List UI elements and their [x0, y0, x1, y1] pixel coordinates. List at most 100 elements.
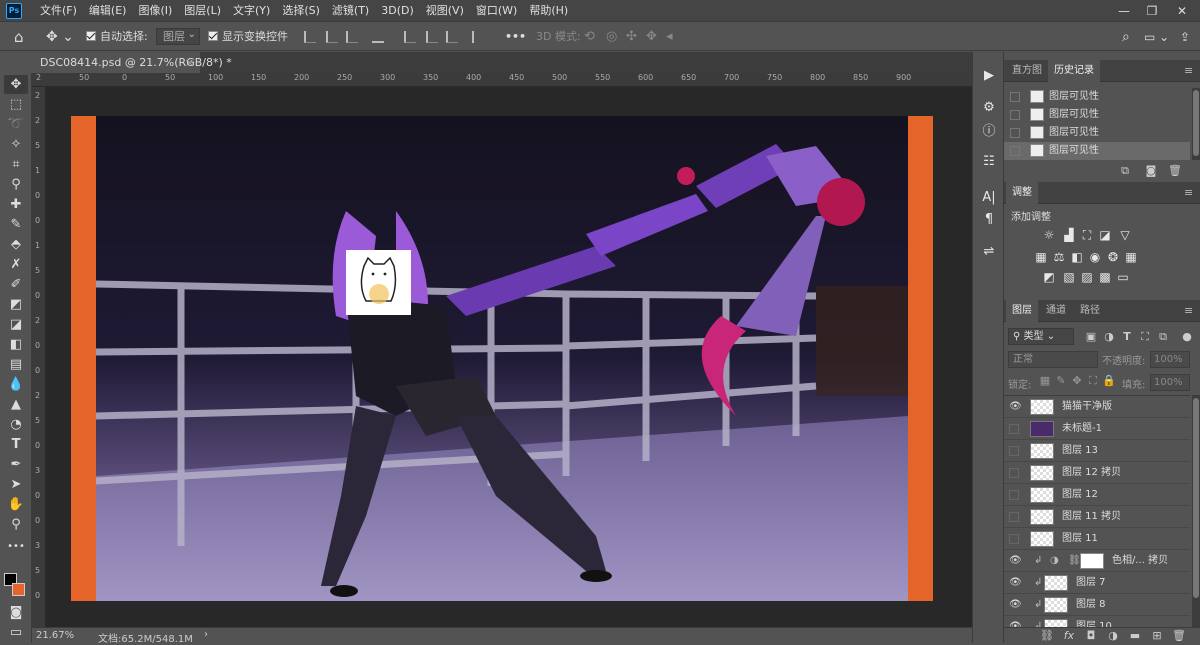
new-document-from-state-icon[interactable]: ⧉ [1118, 164, 1132, 178]
history-item-selected[interactable]: 图层可见性 [1004, 142, 1190, 160]
layer-row[interactable]: 👁 ↲ 图层 10 [1004, 616, 1190, 627]
visibility-toggle[interactable] [1009, 424, 1019, 434]
menu-file[interactable]: 文件(F) [34, 0, 83, 22]
distribute-icon[interactable] [372, 31, 384, 43]
tab-layers[interactable]: 图层 [1006, 300, 1038, 322]
layer-style-icon[interactable]: fx [1062, 629, 1076, 643]
gradient-map-icon[interactable]: ▭ [1116, 270, 1130, 284]
visibility-eye-icon[interactable]: 👁 [1009, 594, 1022, 616]
hue-saturation-icon[interactable]: ▦ [1034, 250, 1048, 264]
move-tool-preset-icon[interactable]: ✥ ⌄ [46, 28, 74, 46]
quick-mask-icon[interactable]: ◙ [4, 603, 28, 622]
tab-paths[interactable]: 路径 [1074, 300, 1106, 322]
libraries-icon[interactable]: ☷ [979, 152, 999, 172]
3d-pan-icon[interactable]: ✣ [626, 28, 637, 46]
clone-tool-icon[interactable]: ◩ [4, 295, 28, 314]
tab-history[interactable]: 历史记录 [1048, 60, 1100, 82]
link-layers-icon[interactable]: ⛓ [1040, 629, 1054, 643]
info-icon[interactable]: ⓘ [979, 122, 999, 142]
layer-row[interactable]: 图层 11 拷贝 [1004, 506, 1190, 528]
filter-pixel-icon[interactable]: ▣ [1084, 330, 1098, 344]
distribute-vertical-icon[interactable] [472, 31, 484, 43]
visibility-eye-icon[interactable]: 👁 [1009, 550, 1022, 572]
panel-menu-icon[interactable]: ≡ [1184, 64, 1193, 77]
menu-window[interactable]: 窗口(W) [470, 0, 523, 22]
filter-toggle-icon[interactable]: ● [1180, 330, 1194, 344]
gradient-tool-icon[interactable]: ▤ [4, 355, 28, 374]
visibility-eye-icon[interactable]: 👁 [1009, 616, 1022, 627]
color-lookup-icon[interactable]: ▦ [1124, 250, 1138, 264]
threshold-icon[interactable]: ▨ [1080, 270, 1094, 284]
add-mask-icon[interactable]: ◘ [1084, 629, 1098, 643]
menu-filter[interactable]: 滤镜(T) [326, 0, 375, 22]
filter-smart-object-icon[interactable]: ⧉ [1156, 330, 1170, 344]
align-top-icon[interactable] [404, 31, 416, 43]
more-tools-icon[interactable]: ••• [4, 537, 28, 556]
tab-adjustments[interactable]: 调整 [1006, 182, 1038, 204]
menu-help[interactable]: 帮助(H) [523, 0, 574, 22]
3d-rotate-icon[interactable]: ⟲ [584, 28, 595, 46]
eraser-tool-icon[interactable]: ◧ [4, 335, 28, 354]
canvas-area[interactable] [46, 87, 972, 627]
layer-row[interactable]: 👁 ↲ 图层 7 [1004, 572, 1190, 594]
selective-color-icon[interactable]: ▩ [1098, 270, 1112, 284]
align-left-icon[interactable] [304, 31, 316, 43]
home-icon[interactable]: ⌂ [14, 28, 24, 46]
lock-pixels-icon[interactable]: ✎ [1054, 374, 1068, 388]
more-options-button[interactable]: ••• [505, 28, 526, 46]
status-arrow-icon[interactable]: › [204, 629, 208, 640]
lock-transparent-icon[interactable]: ▦ [1038, 374, 1052, 388]
brush-tool-icon[interactable]: ✎ [4, 215, 28, 234]
visibility-eye-icon[interactable]: 👁 [1009, 572, 1022, 594]
menu-view[interactable]: 视图(V) [420, 0, 470, 22]
posterize-icon[interactable]: ▧ [1062, 270, 1076, 284]
stamp-tool-icon[interactable]: ⬘ [4, 235, 28, 254]
curves-icon[interactable]: ⛶ [1080, 228, 1094, 242]
sharpen-tool-icon[interactable]: ▲ [4, 395, 28, 414]
history-brush-tool-icon[interactable]: ✗ [4, 255, 28, 274]
menu-3d[interactable]: 3D(D) [375, 0, 420, 22]
path-select-tool-icon[interactable]: ➤ [4, 475, 28, 494]
visibility-toggle[interactable] [1009, 512, 1019, 522]
channel-mixer-icon[interactable]: ❂ [1106, 250, 1120, 264]
play-actions-icon[interactable]: ▶ [979, 66, 999, 86]
lock-position-icon[interactable]: ✥ [1070, 374, 1084, 388]
menu-layer[interactable]: 图层(L) [178, 0, 227, 22]
align-right-icon[interactable] [346, 31, 358, 43]
history-item[interactable]: 图层可见性 [1004, 106, 1190, 124]
document-canvas[interactable] [71, 116, 933, 601]
zoom-level[interactable]: 21.67% [36, 630, 74, 641]
search-icon[interactable]: ⌕ [1122, 28, 1130, 46]
new-group-icon[interactable]: ▬ [1128, 629, 1142, 643]
screen-mode-icon[interactable]: ▭ [4, 623, 28, 642]
3d-roll-icon[interactable]: ◎ [606, 28, 617, 46]
type-tool-icon[interactable]: T [4, 435, 28, 454]
color-balance-icon[interactable]: ⚖ [1052, 250, 1066, 264]
menu-image[interactable]: 图像(I) [132, 0, 178, 22]
layer-row[interactable]: 图层 11 [1004, 528, 1190, 550]
document-tab[interactable]: DSC08414.psd @ 21.7%(RGB/8*) * × [32, 52, 232, 73]
close-window-button[interactable]: ✕ [1168, 0, 1196, 22]
move-tool-icon[interactable]: ✥ [4, 75, 28, 94]
adjustments-icon[interactable]: ⇌ [979, 242, 999, 262]
filter-shape-icon[interactable]: ⛶ [1138, 330, 1152, 344]
character-icon[interactable]: A| [979, 188, 999, 208]
visibility-eye-icon[interactable]: 👁 [1009, 396, 1022, 418]
lock-artboard-icon[interactable]: ⛶ [1086, 374, 1100, 388]
brightness-icon[interactable]: ☼ [1042, 228, 1056, 242]
tab-histogram[interactable]: 直方图 [1006, 60, 1048, 82]
tab-channels[interactable]: 通道 [1040, 300, 1072, 322]
layer-row[interactable]: 未标题-1 [1004, 418, 1190, 440]
delete-state-icon[interactable]: 🗑 [1168, 164, 1182, 178]
crop-tool-icon[interactable]: ⌗ [4, 155, 28, 174]
dodge-tool-icon[interactable]: ◔ [4, 415, 28, 434]
paragraph-icon[interactable]: ¶ [979, 210, 999, 230]
visibility-toggle[interactable] [1009, 490, 1019, 500]
properties-icon[interactable]: ⚙ [979, 98, 999, 118]
exposure-icon[interactable]: ◪ [1098, 228, 1112, 242]
marquee-tool-icon[interactable]: ⬚ [4, 95, 28, 114]
filter-type-icon[interactable]: T [1120, 330, 1134, 344]
visibility-toggle[interactable] [1009, 468, 1019, 478]
blend-mode-dropdown[interactable]: 正常 [1008, 351, 1098, 368]
pen-tool-icon[interactable]: ✒ [4, 455, 28, 474]
